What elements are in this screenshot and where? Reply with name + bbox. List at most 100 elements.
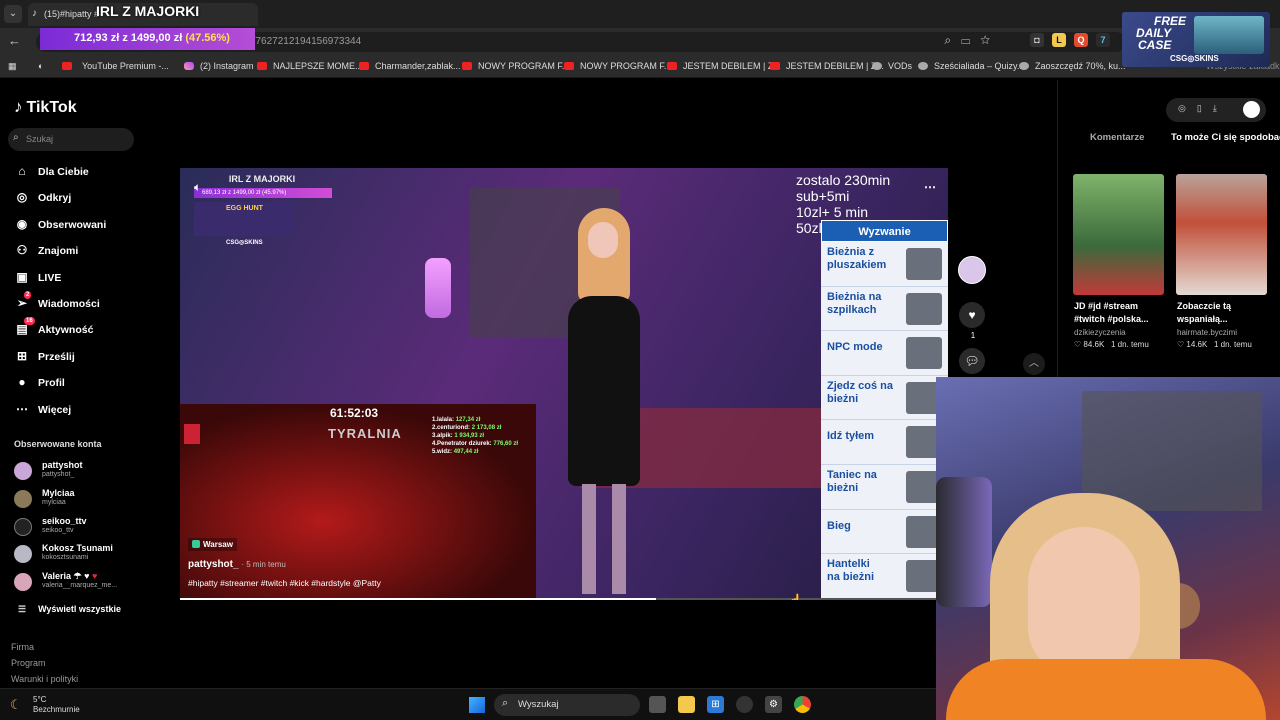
nav-dla-ciebie[interactable]: ⌂ Dla Ciebie xyxy=(14,164,88,178)
bookmark-item[interactable]: NAJLEPSZE MOME... xyxy=(257,61,363,71)
tiktok-note-icon: ♪ xyxy=(14,97,23,116)
bookmark-item[interactable] xyxy=(62,61,78,71)
video-thumbnail[interactable] xyxy=(1176,174,1267,295)
nav-obserwowani[interactable]: ◉ Obserwowani xyxy=(14,217,107,231)
extension-l-icon[interactable]: L xyxy=(1052,33,1066,47)
bookmark-item[interactable]: (2) Instagram xyxy=(184,61,254,71)
user-avatar[interactable] xyxy=(1243,101,1260,118)
activity-badge: 16 xyxy=(24,317,35,325)
challenge-item: Zjedz coś na bieżni xyxy=(821,376,948,421)
footer-link[interactable]: Firma xyxy=(11,642,34,652)
comment-button[interactable]: 💬︎ xyxy=(959,348,985,374)
video-title[interactable]: Zobaczcie tą wspaniałą... xyxy=(1177,300,1265,326)
chrome-icon[interactable] xyxy=(794,696,811,713)
cast-icon[interactable]: ▭ xyxy=(961,33,980,47)
chevron-up-icon[interactable]: ︿ xyxy=(1023,353,1045,375)
stream-overlay-title: IRL Z MAJORKI xyxy=(96,3,200,19)
bookmark-item[interactable]: NOWY PROGRAM F... xyxy=(462,61,569,71)
zoom-icon[interactable]: ⌕ xyxy=(944,33,961,47)
phone-icon[interactable]: ▯ xyxy=(1197,103,1213,113)
nav-znajomi[interactable]: ⚇ Znajomi xyxy=(14,243,79,257)
challenge-item: Hantelki na bieżni xyxy=(821,554,948,599)
nav-profil[interactable]: ● Profil xyxy=(14,375,64,389)
bookmark-item[interactable]: JESTEM DEBILEM | Z... xyxy=(667,61,781,71)
see-all-link[interactable]: ☰ Wyświetl wszystkie xyxy=(18,604,121,615)
video-progress-bar[interactable] xyxy=(180,598,948,600)
bookmark-item[interactable]: YouTube Premium -... xyxy=(82,61,169,71)
account-name: Valeria ☂ ♥ ♥ xyxy=(42,571,97,582)
bookmark-star-icon[interactable]: ☆ xyxy=(980,33,1000,47)
heart-outline-icon: ♡ xyxy=(1177,340,1185,349)
video-title[interactable]: JD #jd #stream #twitch #polska... xyxy=(1074,300,1162,326)
video-author[interactable]: pattyshot_ · 5 min temu xyxy=(188,559,286,570)
video-age: 1 dn. temu xyxy=(1213,340,1252,349)
donor-row: 2.centuriond: 2 173,08 zł xyxy=(432,424,518,432)
location-text: Warsaw xyxy=(203,540,233,549)
video-user[interactable]: hairmate.byczimi xyxy=(1177,328,1237,337)
bookmark-item[interactable]: NOWY PROGRAM F... xyxy=(564,61,671,71)
microphone xyxy=(936,477,992,607)
bookmark-label: JESTEM DEBILEM | Z... xyxy=(786,61,884,71)
creator-avatar[interactable] xyxy=(958,256,986,284)
nav-wiadomosci[interactable]: ➢ 2 Wiadomości xyxy=(14,291,100,310)
windows-start-icon[interactable] xyxy=(469,697,485,713)
nav-label: Obserwowani xyxy=(38,219,107,231)
bookmark-label: JESTEM DEBILEM | Z... xyxy=(683,61,781,71)
donor-value: 497,44 zł xyxy=(453,449,479,455)
nav-label: Więcej xyxy=(38,404,72,416)
bookmark-item[interactable]: Zaoszczędź 70%, ku... xyxy=(1019,61,1126,71)
video-thumbnail[interactable] xyxy=(1073,174,1164,295)
footer-link[interactable]: Program xyxy=(11,658,46,668)
tiktok-logo[interactable]: ♪ TikTok xyxy=(14,97,77,117)
nav-live[interactable]: ▣ LIVE xyxy=(14,270,61,284)
bookmark-item[interactable]: VODs xyxy=(872,61,912,71)
video-player[interactable]: IRL Z MAJORKI 689,13 zł z 1499,00 zł (45… xyxy=(180,168,948,600)
nav-odkryj[interactable]: ◎ Odkryj xyxy=(14,190,72,204)
challenge-label: Idź tyłem xyxy=(827,430,875,443)
csgo-skins-ad[interactable]: FREE DAILY CASE CSG◎SKINS xyxy=(1122,12,1270,67)
overlay-avatar xyxy=(184,424,200,444)
settings-gear-icon[interactable]: ⚙ xyxy=(765,696,782,713)
challenge-label: Bieżnia z pluszakiem xyxy=(827,246,887,271)
more-options-icon[interactable]: ⋯ xyxy=(924,180,936,194)
explore-icon[interactable]: ◎ xyxy=(1178,103,1197,113)
video-user[interactable]: dzikiezyczenia xyxy=(1074,328,1126,337)
file-explorer-icon[interactable] xyxy=(678,696,695,713)
nav-wiecej[interactable]: ⋯ Więcej xyxy=(14,402,71,416)
treadmill-icon xyxy=(906,337,942,370)
back-arrow-icon[interactable]: ← xyxy=(8,33,21,48)
ad-brand: CSG◎SKINS xyxy=(1170,54,1219,63)
search-input[interactable]: ⌕ Szukaj xyxy=(8,128,134,151)
youtube-icon xyxy=(462,62,472,70)
tab-comments[interactable]: Komentarze xyxy=(1090,132,1144,143)
task-view-icon[interactable] xyxy=(649,696,666,713)
extension-shield-icon[interactable]: ◘ xyxy=(1030,33,1044,47)
nav-aktywnosc[interactable]: ▤ 16 Aktywność xyxy=(14,317,93,336)
tab-recommended[interactable]: To może Ci się spodobać xyxy=(1171,132,1280,143)
weather-widget[interactable]: ☾ 5°C Bezchmurnie xyxy=(10,695,80,715)
vods-icon xyxy=(872,62,882,70)
app-icon[interactable] xyxy=(736,696,753,713)
tab-list-button[interactable]: ⌄ xyxy=(4,5,22,23)
nav-przeslij[interactable]: ⊞ Prześlij xyxy=(14,349,75,363)
extension-search-icon[interactable]: Q xyxy=(1074,33,1088,47)
author-name: pattyshot_ xyxy=(188,559,239,570)
bookmark-item[interactable]: JESTEM DEBILEM | Z... xyxy=(770,61,884,71)
store-icon[interactable]: ⊞ xyxy=(707,696,724,713)
bookmark-item[interactable]: Sześcialiada – Quizy... xyxy=(918,61,1024,71)
url-actions: ⌕▭☆ xyxy=(944,33,1000,48)
taskbar-search[interactable]: ⌕ Wyszukaj xyxy=(494,694,640,716)
footer-link[interactable]: Warunki i polityki xyxy=(11,674,78,684)
subathon-panel: 61:52:03 TYRALNIA 1.lalala: 127,34 zł 2.… xyxy=(180,404,536,600)
account-name: Kokosz Tsunami xyxy=(42,543,113,553)
apps-grid-icon[interactable]: ▦ xyxy=(8,61,17,72)
extension-7tv-icon[interactable]: 7 xyxy=(1096,33,1110,47)
like-button[interactable]: ♥ xyxy=(959,302,985,328)
download-icon[interactable]: ⤓ xyxy=(1213,103,1228,113)
volume-icon[interactable]: 🔈︎ xyxy=(194,180,201,195)
bookmark-globe-icon[interactable]: ◐ xyxy=(38,61,43,71)
avatar xyxy=(14,573,32,591)
hand-cursor-icon: ☝ xyxy=(786,593,803,600)
account-handle: valeria__marquez_me... xyxy=(42,582,118,589)
bookmark-item[interactable]: Charmander,zablak... xyxy=(359,61,461,71)
